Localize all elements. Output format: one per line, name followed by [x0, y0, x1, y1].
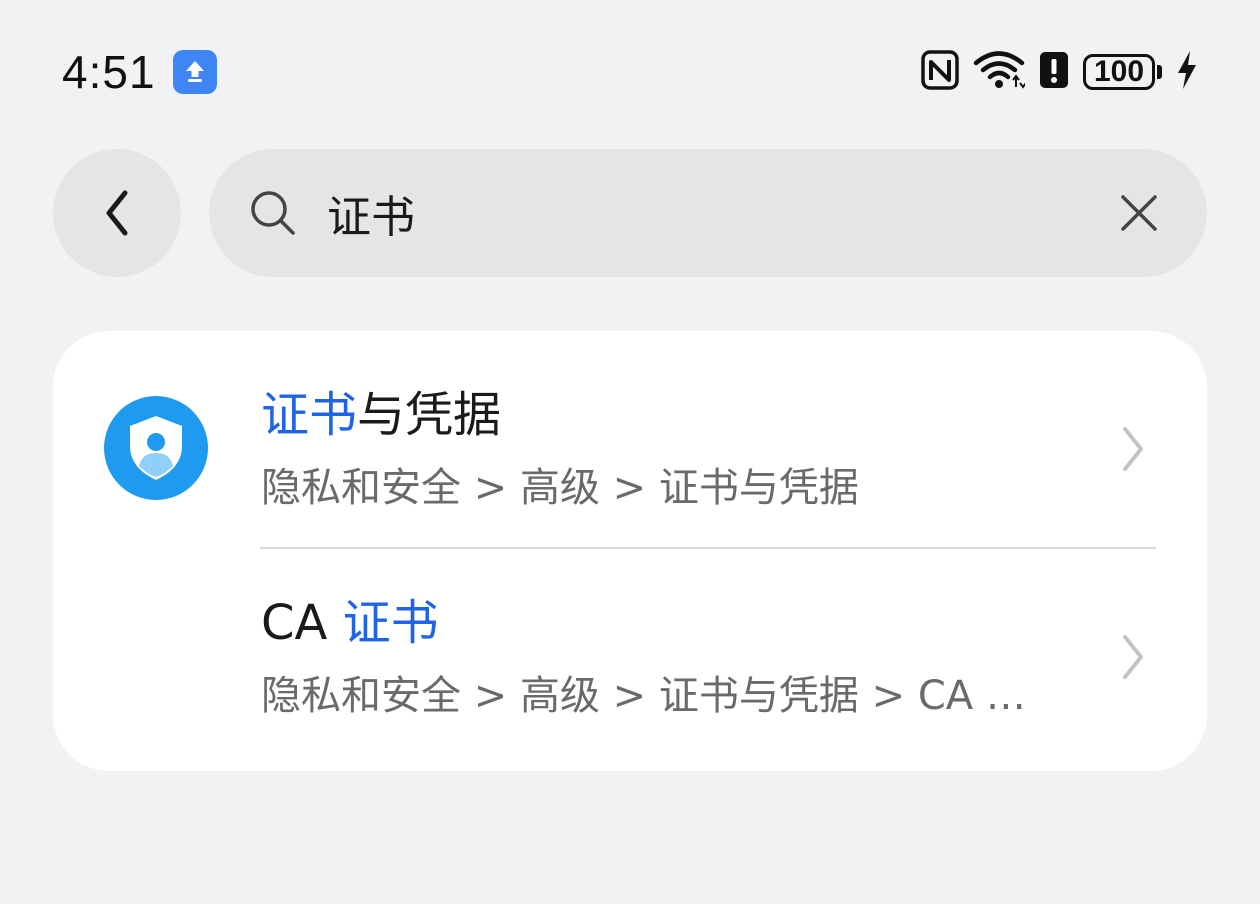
upload-arrow-icon — [173, 50, 217, 94]
result-title-prefix: CA — [261, 595, 343, 651]
clear-search-button[interactable] — [1111, 185, 1167, 241]
search-box[interactable] — [209, 149, 1207, 277]
back-button[interactable] — [53, 149, 181, 277]
status-time: 4:51 — [62, 46, 156, 98]
status-icons: 100 — [921, 48, 1198, 96]
wifi-icon — [973, 50, 1027, 94]
battery-tip — [1157, 65, 1162, 79]
result-item-ca-certificates[interactable]: CA 证书 隐私和安全 > 高级 > 证书与凭据 > CA … — [53, 549, 1207, 757]
chevron-right-icon — [1123, 635, 1143, 679]
search-results-card: 证书与凭据 隐私和安全 > 高级 > 证书与凭据 CA 证书 隐私和安全 > 高… — [53, 331, 1207, 771]
chevron-left-icon — [106, 190, 128, 236]
status-bar: 4:51 100 — [0, 0, 1260, 140]
result-title: 证书与凭据 — [261, 385, 501, 445]
battery-icon: 100 — [1083, 54, 1155, 90]
shield-user-icon — [104, 396, 208, 500]
alert-icon — [1039, 50, 1069, 94]
result-item-certificates-credentials[interactable]: 证书与凭据 隐私和安全 > 高级 > 证书与凭据 — [53, 341, 1207, 549]
result-path: 隐私和安全 > 高级 > 证书与凭据 > CA … — [261, 673, 1026, 719]
result-path: 隐私和安全 > 高级 > 证书与凭据 — [261, 465, 859, 511]
result-title-highlight: 证书 — [342, 595, 439, 651]
search-icon — [251, 191, 295, 235]
nfc-icon — [921, 50, 959, 94]
charging-bolt-icon — [1176, 50, 1198, 94]
close-icon — [1121, 195, 1157, 231]
result-title-rest: 与凭据 — [357, 387, 502, 443]
chevron-right-icon — [1123, 427, 1143, 471]
search-input[interactable] — [327, 179, 1107, 247]
result-title: CA 证书 — [261, 593, 439, 653]
result-title-highlight: 证书 — [261, 387, 358, 443]
